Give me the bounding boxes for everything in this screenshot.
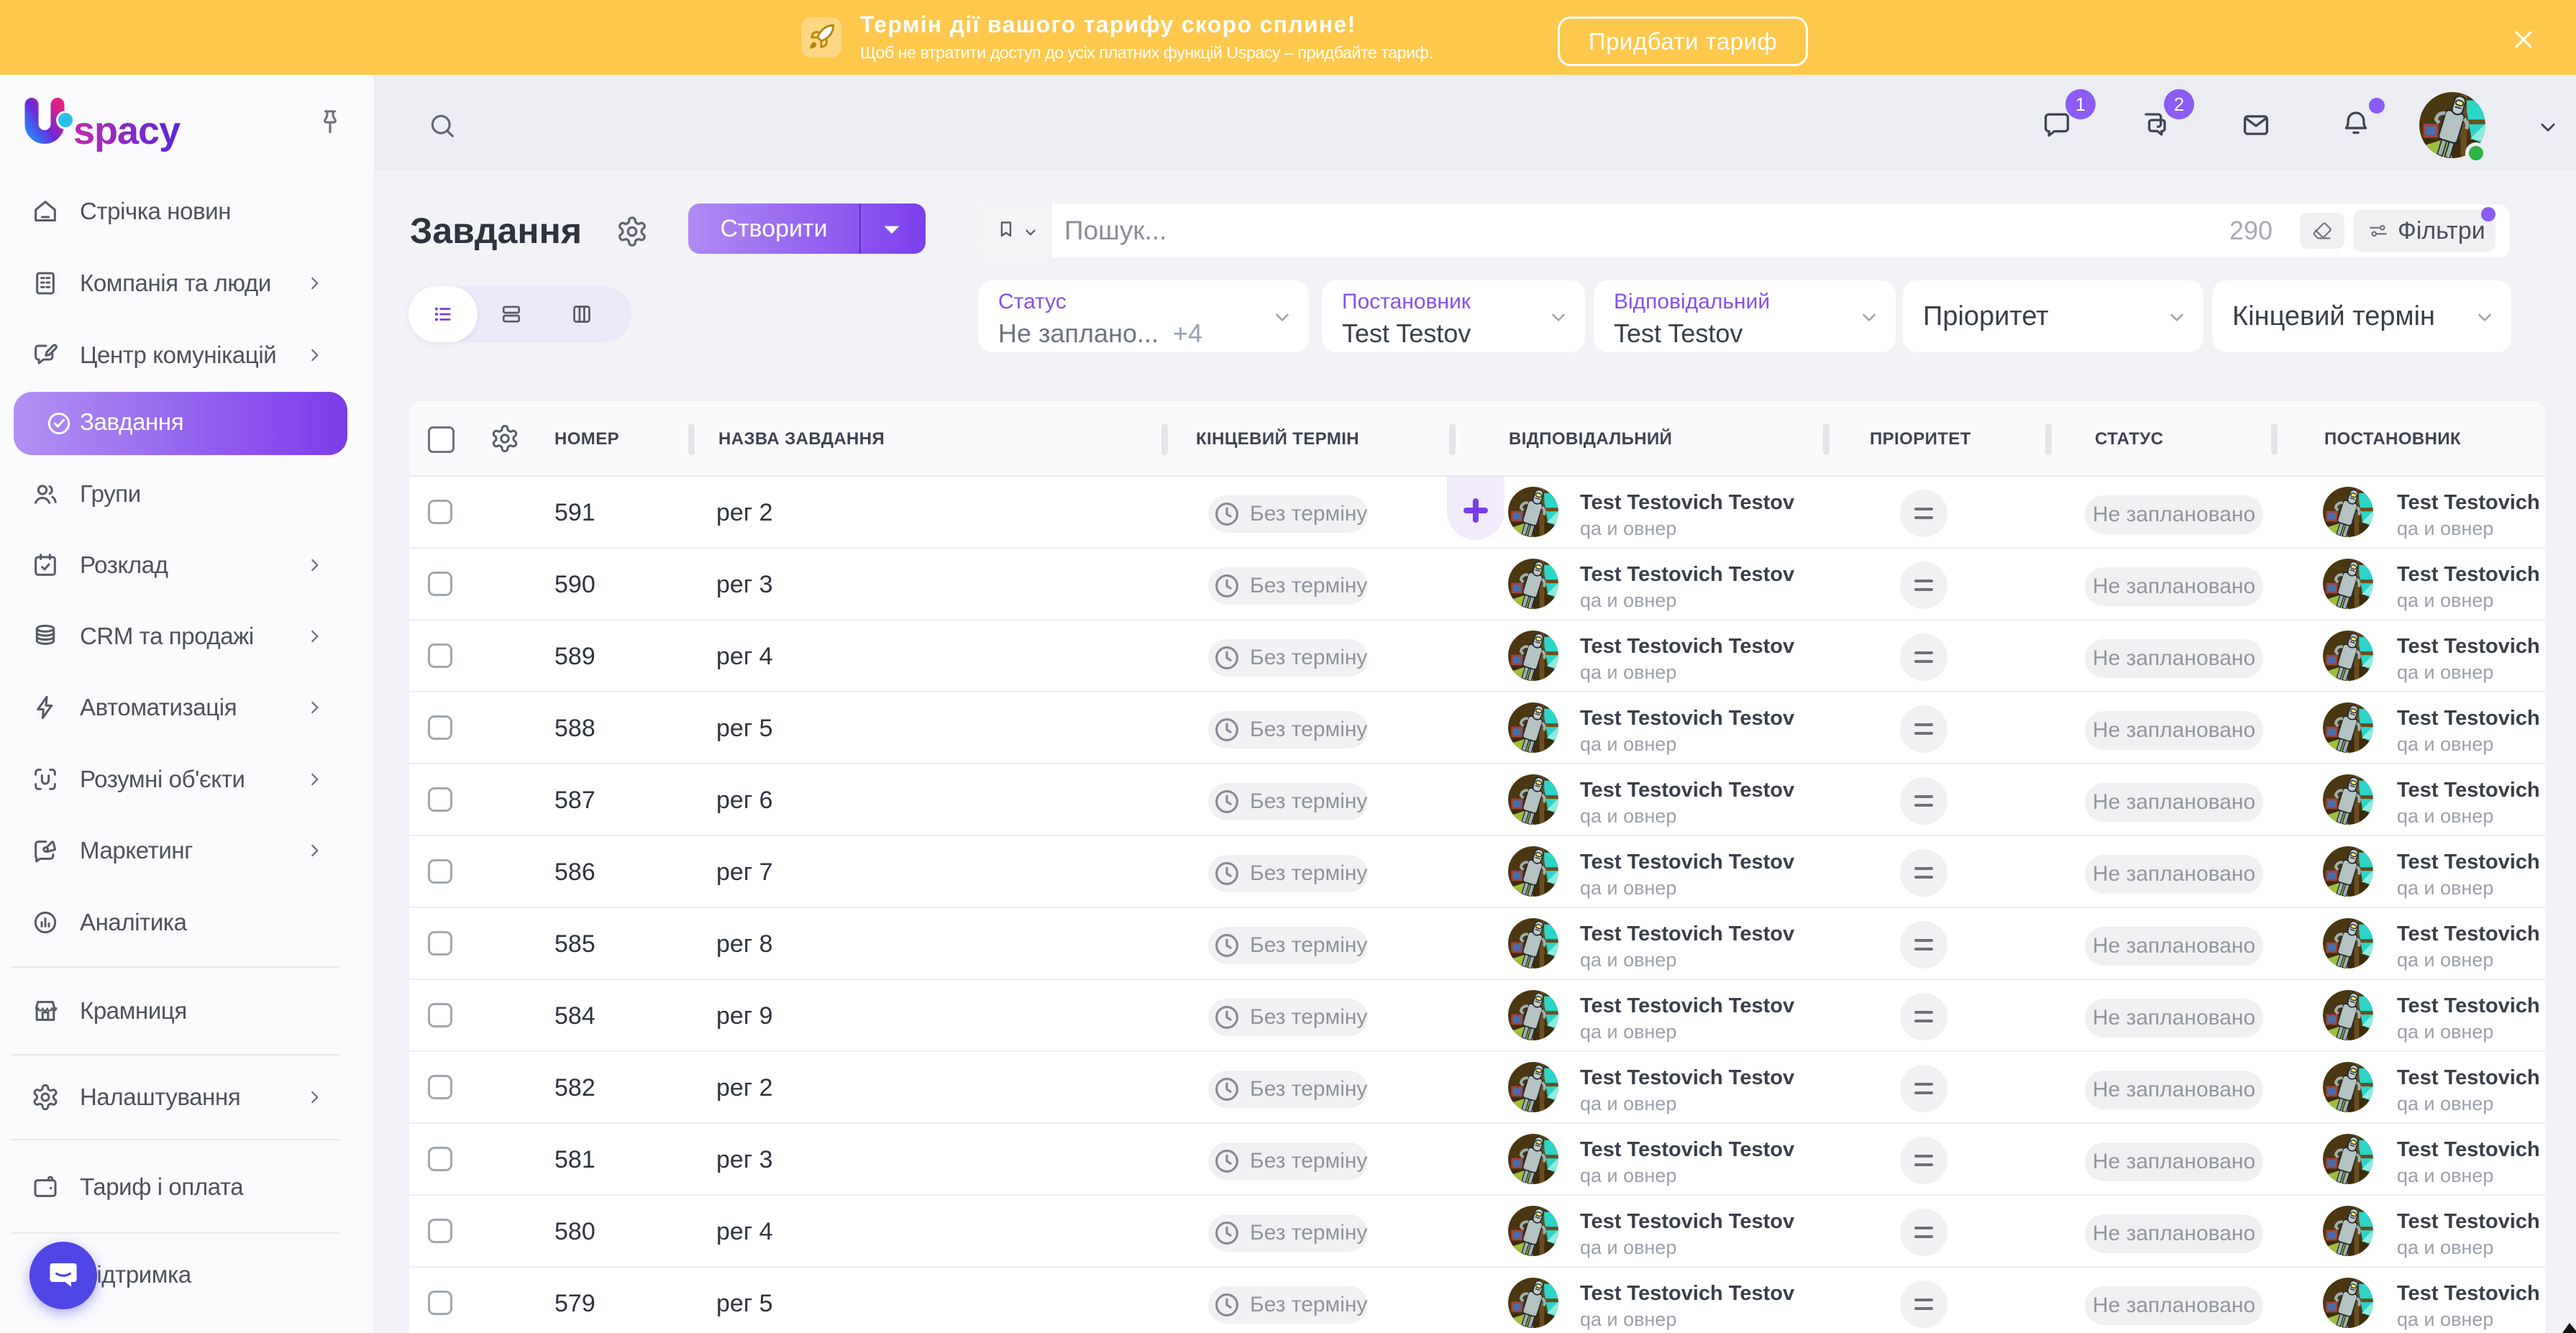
svg-text:spacy: spacy (73, 109, 181, 152)
